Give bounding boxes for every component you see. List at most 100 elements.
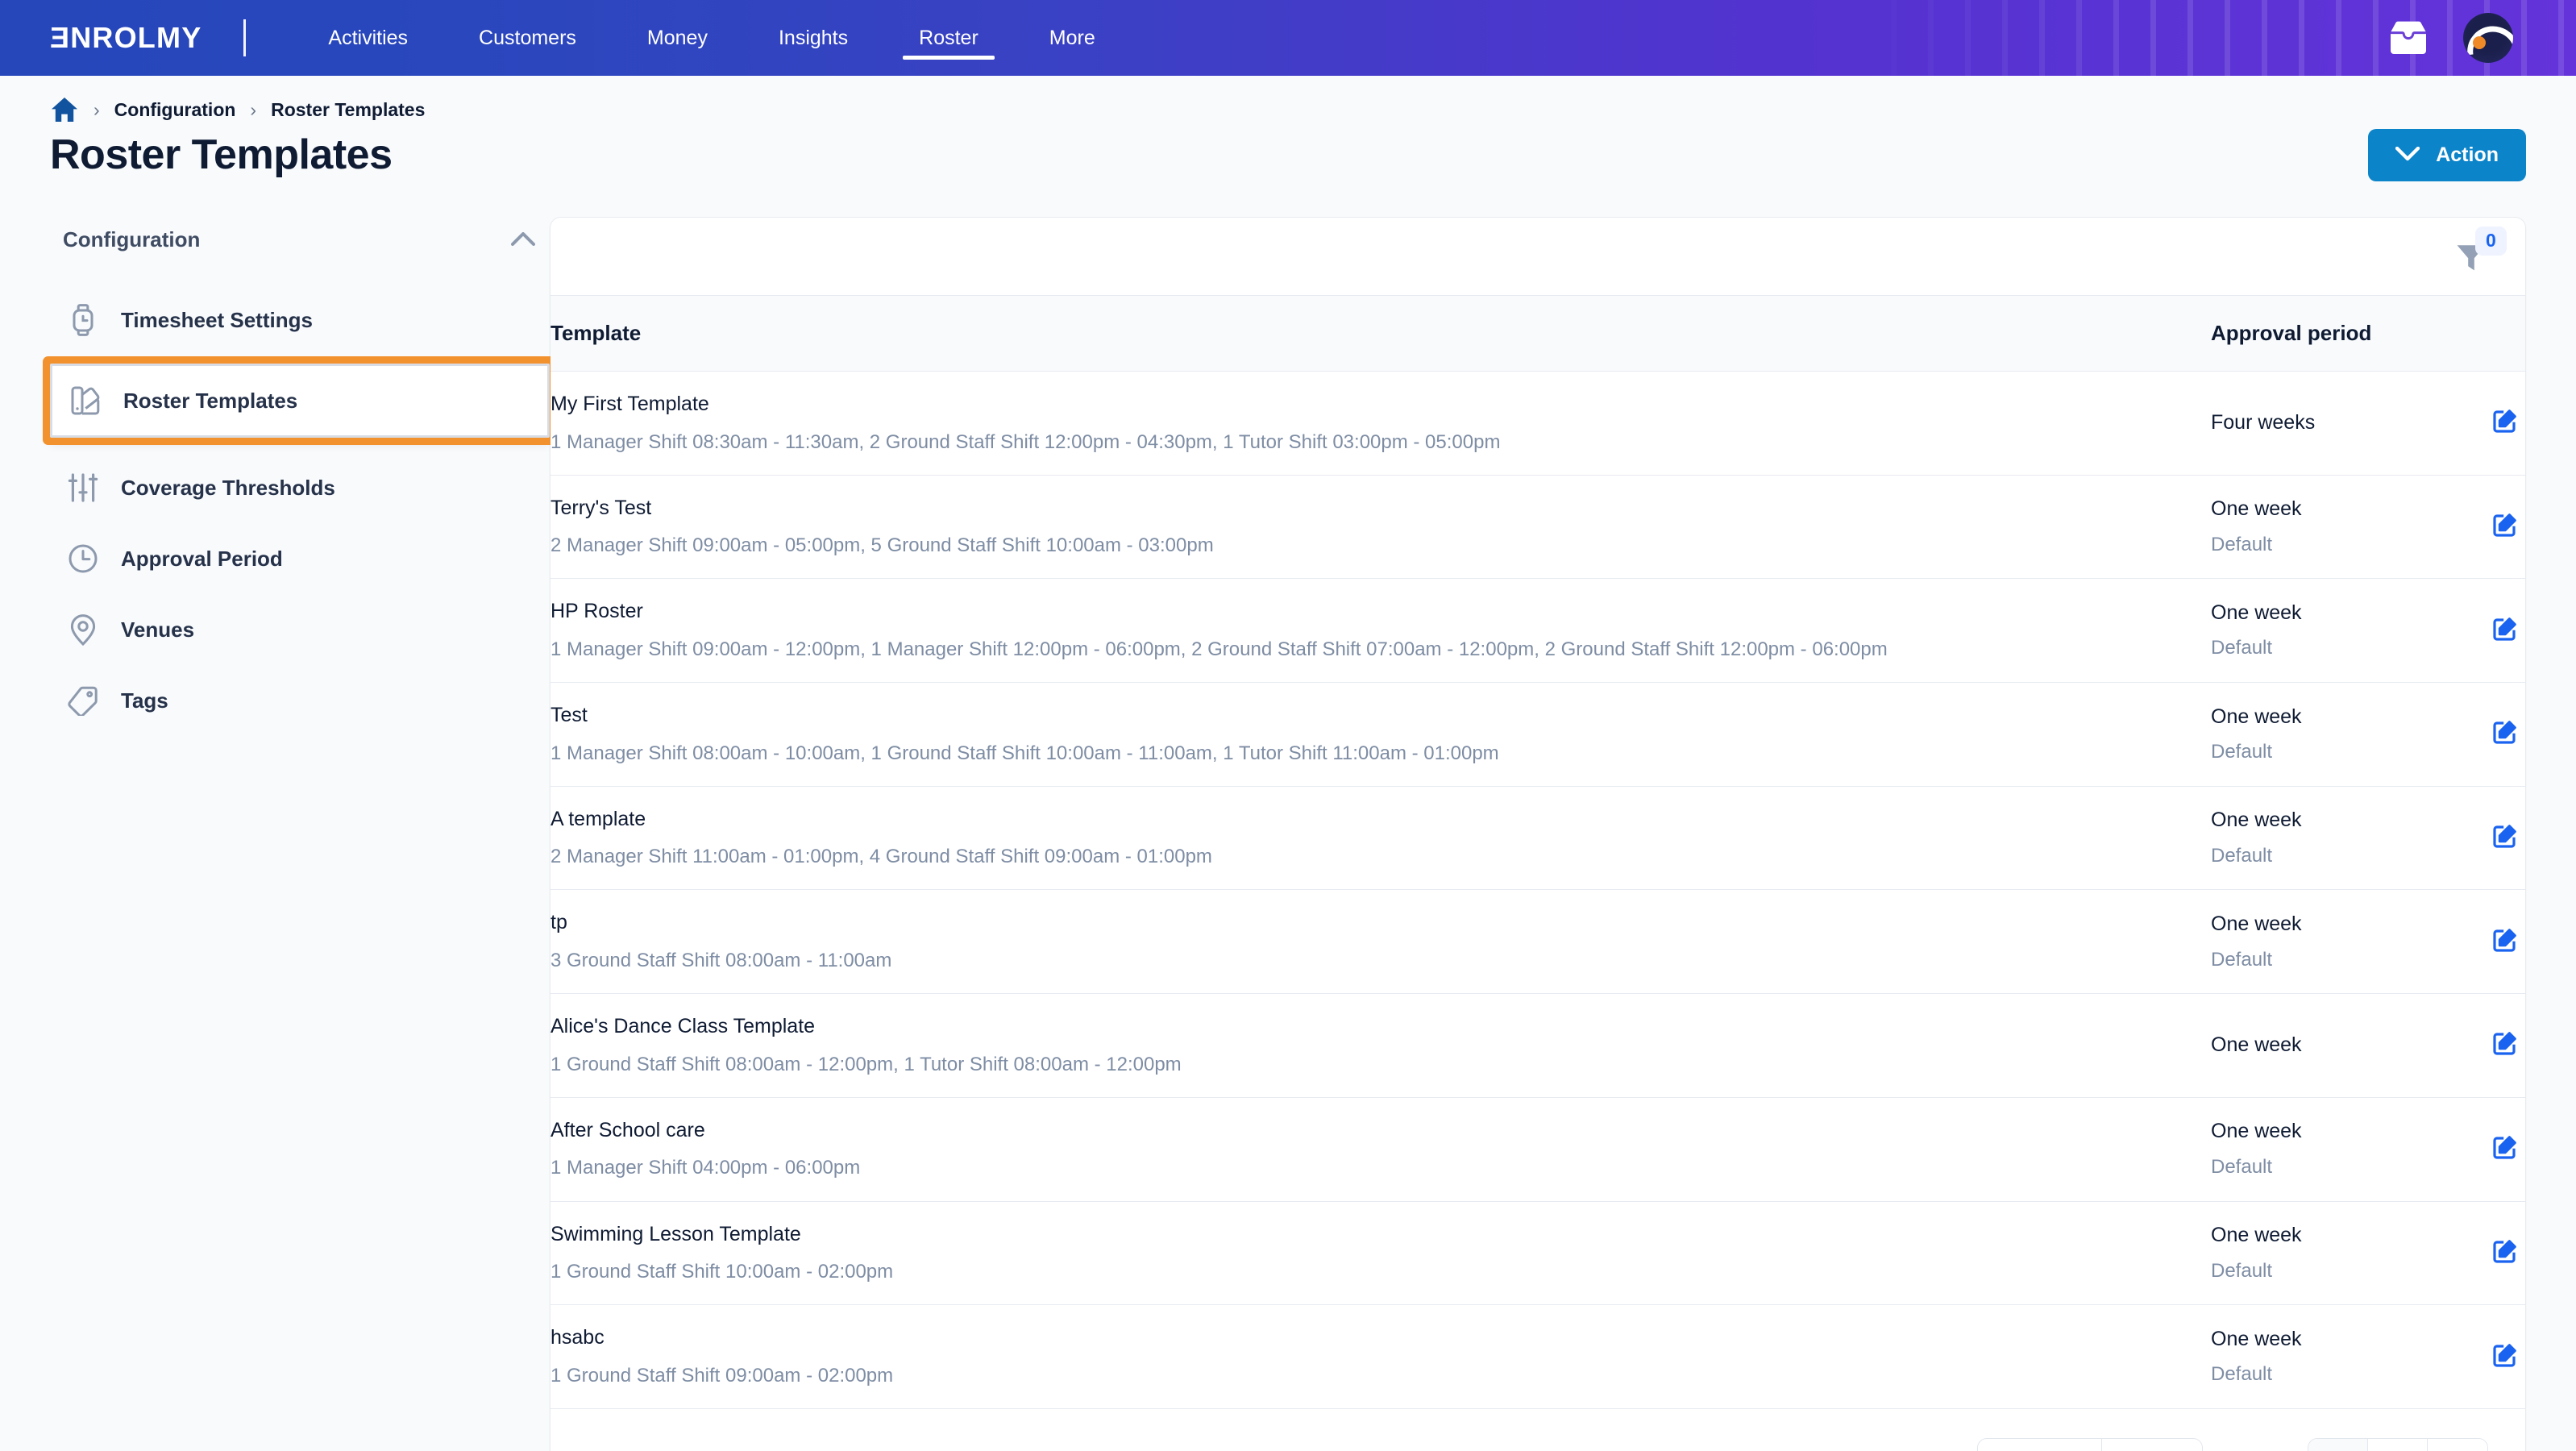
map-pin-icon (66, 613, 100, 646)
filter-count-badge: 0 (2475, 227, 2507, 256)
edit-button[interactable]: Edit (2493, 928, 2525, 952)
approval-period-default: Default (2211, 1363, 2273, 1386)
sidebar-item-coverage-thresholds[interactable]: Coverage Thresholds (50, 452, 550, 523)
template-name: Swimming Lesson Template (551, 1222, 801, 1245)
sidebar-item-timesheet-settings[interactable]: Timesheet Settings (50, 285, 550, 355)
cell-actions: Edit (2493, 1304, 2525, 1409)
filter-button[interactable]: 0 (2454, 227, 2507, 273)
table-row[interactable]: A template 2 Manager Shift 11:00am - 01:… (551, 786, 2525, 891)
edit-button[interactable]: Edit (2493, 1343, 2525, 1367)
sidebar-items: Timesheet Settings Roster Templates Cove… (50, 285, 550, 736)
cell-template: tp 3 Ground Staff Shift 08:00am - 11:00a… (551, 889, 2211, 995)
page-button-2[interactable]: 2 (2368, 1438, 2428, 1451)
cell-actions: Edit (2493, 682, 2525, 787)
inbox-icon[interactable] (2387, 20, 2429, 56)
enrolmy-logo: ƎNROLMY (50, 21, 202, 54)
next-page-button[interactable] (2428, 1438, 2487, 1451)
nav-item-money[interactable]: Money (612, 0, 743, 76)
sidebar-item-venues[interactable]: Venues (50, 594, 550, 665)
page-button-1[interactable]: 1 (2308, 1438, 2368, 1451)
template-shifts: 2 Manager Shift 09:00am - 05:00pm, 5 Gro… (551, 534, 1214, 557)
approval-period-default: Default (2211, 637, 2273, 659)
sidebar-item-tags[interactable]: Tags (50, 665, 550, 736)
template-shifts: 1 Ground Staff Shift 10:00am - 02:00pm (551, 1261, 894, 1283)
edit-button[interactable]: Edit (2493, 617, 2525, 641)
cell-actions: Edit (2493, 1097, 2525, 1202)
nav-item-more[interactable]: More (1014, 0, 1131, 76)
roster-templates-card: 0 Template Approval period My First Temp… (550, 217, 2526, 1451)
table-row[interactable]: Alice's Dance Class Template 1 Ground St… (551, 993, 2525, 1098)
column-header-actions (2493, 295, 2525, 372)
sidebar-section-configuration[interactable]: Configuration (50, 217, 550, 262)
avatar[interactable] (2463, 13, 2513, 63)
table-row[interactable]: After School care 1 Manager Shift 04:00p… (551, 1097, 2525, 1202)
nav-item-customers[interactable]: Customers (443, 0, 612, 76)
per-page-select[interactable]: 10 (2101, 1439, 2202, 1451)
table-row[interactable]: My First Template 1 Manager Shift 08:30a… (551, 371, 2525, 476)
cell-template: hsabc 1 Ground Staff Shift 09:00am - 02:… (551, 1304, 2211, 1409)
cell-approval-period: One week Default (2211, 1097, 2493, 1202)
edit-button[interactable]: Edit (2493, 720, 2525, 745)
chevron-up-icon[interactable] (511, 232, 535, 247)
edit-square-icon (2493, 409, 2517, 433)
sidebar-item-label: Roster Templates (123, 388, 298, 413)
page-title: Roster Templates (50, 131, 393, 179)
table-row[interactable]: HP Roster 1 Manager Shift 09:00am - 12:0… (551, 578, 2525, 684)
approval-period-default: Default (2211, 1259, 2273, 1282)
nav-item-insights[interactable]: Insights (743, 0, 883, 76)
template-name: hsabc (551, 1326, 605, 1349)
template-shifts: 2 Manager Shift 11:00am - 01:00pm, 4 Gro… (551, 846, 1212, 868)
column-header-approval-period[interactable]: Approval period (2211, 295, 2493, 372)
page-layout: Configuration Timesheet Settings Roster … (0, 196, 2576, 1451)
edit-button[interactable]: Edit (2493, 1135, 2525, 1159)
edit-button[interactable]: Edit (2493, 513, 2525, 537)
edit-square-icon (2493, 513, 2517, 537)
table-row[interactable]: tp 3 Ground Staff Shift 08:00am - 11:00a… (551, 889, 2525, 995)
column-header-template[interactable]: Template (551, 295, 2211, 372)
cell-template: Test 1 Manager Shift 08:00am - 10:00am, … (551, 682, 2211, 787)
cell-approval-period: Four weeks (2211, 371, 2493, 476)
edit-button[interactable]: Edit (2493, 1239, 2525, 1263)
nav-item-roster[interactable]: Roster (883, 0, 1014, 76)
template-name: My First Template (551, 393, 709, 415)
template-name: Terry's Test (551, 496, 652, 519)
cell-template: After School care 1 Manager Shift 04:00p… (551, 1097, 2211, 1202)
per-page-control[interactable]: Per page 10 (1977, 1438, 2204, 1451)
template-shifts: 1 Manager Shift 04:00pm - 06:00pm (551, 1157, 861, 1179)
approval-period-value: One week (2211, 913, 2302, 936)
edit-button[interactable]: Edit (2493, 1031, 2525, 1056)
edit-square-icon (2493, 1239, 2517, 1263)
edit-button[interactable]: Edit (2493, 409, 2525, 433)
approval-period-default: Default (2211, 533, 2273, 555)
template-shifts: 3 Ground Staff Shift 08:00am - 11:00am (551, 949, 892, 971)
roster-templates-table: Template Approval period My First Templa… (551, 295, 2525, 1409)
breadcrumb: › Configuration › Roster Templates (50, 76, 2526, 122)
approval-period-default: Default (2211, 844, 2273, 867)
main-content: 0 Template Approval period My First Temp… (550, 196, 2526, 1451)
table-row[interactable]: Swimming Lesson Template 1 Ground Staff … (551, 1201, 2525, 1306)
cell-approval-period: One week Default (2211, 1304, 2493, 1409)
brand[interactable]: ƎNROLMY (50, 19, 247, 56)
sidebar-item-label: Coverage Thresholds (121, 475, 335, 500)
sidebar-item-label: Venues (121, 617, 195, 642)
cell-approval-period: One week Default (2211, 682, 2493, 787)
nav-item-activities[interactable]: Activities (293, 0, 443, 76)
table-row[interactable]: Terry's Test 2 Manager Shift 09:00am - 0… (551, 475, 2525, 580)
breadcrumb-item-configuration[interactable]: Configuration (114, 99, 236, 121)
edit-button[interactable]: Edit (2493, 824, 2525, 848)
sidebar-item-label: Approval Period (121, 546, 283, 571)
cell-template: HP Roster 1 Manager Shift 09:00am - 12:0… (551, 578, 2211, 684)
edit-square-icon (2493, 928, 2517, 952)
table-row[interactable]: hsabc 1 Ground Staff Shift 09:00am - 02:… (551, 1304, 2525, 1409)
template-name: After School care (551, 1118, 705, 1141)
cell-actions: Edit (2493, 889, 2525, 995)
action-button[interactable]: Action (2368, 129, 2526, 181)
table-scroll-region[interactable]: Template Approval period My First Templa… (551, 295, 2525, 1409)
home-icon[interactable] (50, 96, 79, 123)
breadcrumb-item-roster-templates[interactable]: Roster Templates (271, 99, 425, 121)
sidebar-item-roster-templates[interactable]: Roster Templates (50, 364, 550, 438)
sidebar-item-approval-period[interactable]: Approval Period (50, 523, 550, 594)
table-row[interactable]: Test 1 Manager Shift 08:00am - 10:00am, … (551, 682, 2525, 787)
breadcrumb-separator-1: › (93, 98, 100, 120)
approval-period-value: One week (2211, 601, 2302, 624)
